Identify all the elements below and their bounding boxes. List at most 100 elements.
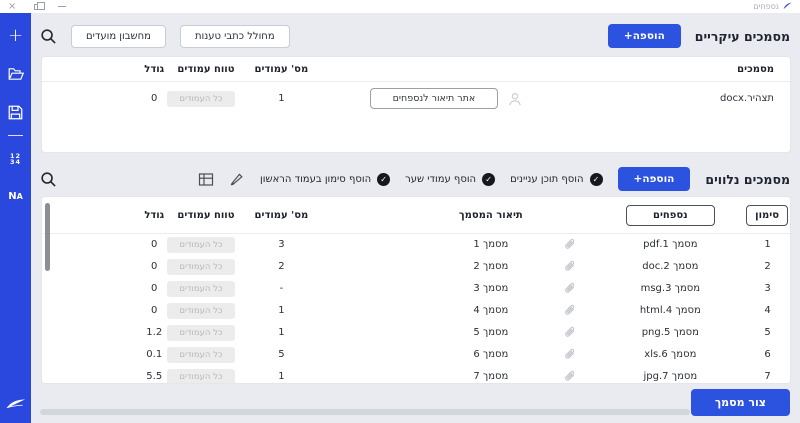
paperclip-icon[interactable] — [563, 304, 576, 317]
toolbar-buttons: מחולל כתבי טענות מחשבון מועדים — [40, 24, 290, 48]
locate-description-button[interactable]: אתר תיאור לנספחים — [369, 88, 498, 110]
cell-pages: 2 — [278, 261, 285, 272]
page-range-chip[interactable]: כל העמודים — [167, 258, 235, 275]
paperclip-icon[interactable] — [563, 238, 576, 251]
main-documents-table: מסמכים מס' עמודים טווח עמודים גודל תצהיר… — [42, 57, 790, 116]
cell-file-name: מסמך 3.msg — [640, 283, 701, 294]
page-range-chip[interactable]: כל העמודים — [167, 90, 235, 107]
main-documents-card: מסמכים מס' עמודים טווח עמודים גודל תצהיר… — [41, 56, 791, 153]
paperclip-icon[interactable] — [563, 348, 576, 361]
pleadings-generator-button[interactable]: מחולל כתבי טענות — [179, 24, 290, 48]
attached-documents-table: סימון נספחים תיאור המסמך מס' עמודים טווח… — [42, 197, 790, 384]
table-row: 3 מסמך 3.msg מסמך 3- כל העמודים 0 — [42, 278, 790, 300]
page-range-chip[interactable]: כל העמודים — [167, 302, 235, 319]
cell-attach — [543, 366, 595, 384]
minimize-icon[interactable] — [58, 6, 67, 7]
cell-description: אתר תיאור לנספחים — [326, 82, 565, 116]
checkbox-add-cover-pages[interactable]: הוסף עמודי שער — [405, 172, 496, 186]
table-row: 5 מסמך 5.png מסמך 5 1 כל העמודים 1.2 — [42, 322, 790, 344]
brush-icon — [230, 173, 243, 186]
col-header-empty — [326, 57, 565, 82]
page-range-chip[interactable]: כל העמודים — [167, 324, 235, 341]
vertical-scrollbar[interactable] — [45, 203, 50, 271]
table-grid-button[interactable] — [198, 172, 214, 187]
add-attached-document-button[interactable]: הוספה+ — [617, 167, 691, 191]
window-controls: × — [8, 1, 67, 12]
checkbox-checked-icon — [589, 172, 603, 186]
checkbox-label: הוסף עמודי שער — [405, 173, 477, 185]
page-range-chip[interactable]: כל העמודים — [167, 236, 235, 253]
footer: צור מסמך — [40, 384, 790, 423]
main-content: מסמכים עיקריים הוספה+ מחולל כתבי טענות מ… — [31, 13, 800, 423]
cell-number: 4 — [764, 305, 771, 316]
page-range-chip[interactable]: כל העמודים — [167, 368, 235, 383]
cell-pages: - — [279, 283, 284, 294]
create-document-button[interactable]: צור מסמך — [690, 389, 790, 416]
add-icon[interactable]: + — [6, 27, 26, 45]
sidebar: + 12 34 NA — [0, 13, 31, 423]
search-icon — [41, 171, 56, 187]
cell-attach — [543, 344, 595, 366]
search-attachments-button[interactable] — [40, 171, 57, 188]
cell-file-name: תצהיר.docx — [720, 93, 774, 105]
checkbox-add-toc[interactable]: הוסף תוכן עניינים — [510, 172, 603, 186]
style-brush-button[interactable] — [229, 171, 245, 187]
checkbox-add-first-page-mark[interactable]: הוסף סימון בעמוד הראשון — [260, 172, 391, 186]
horizontal-scrollbar[interactable] — [40, 409, 690, 415]
close-icon[interactable]: × — [8, 1, 16, 12]
restore-icon[interactable] — [34, 1, 46, 10]
table-row: 1 מסמך 1.pdf מסמך 1 3 כל העמודים 0 — [42, 233, 790, 256]
cell-description: מסמך 6 — [473, 349, 509, 360]
page-range-chip[interactable]: כל העמודים — [167, 280, 235, 297]
cell-pages: 3 — [278, 239, 285, 250]
na-a: A — [16, 192, 23, 201]
table-row: 4 מסמך 4.html מסמך 4 1 כל העמודים 0 — [42, 300, 790, 322]
attached-documents-title: מסמכים נלווים — [705, 171, 790, 187]
col-header-size: גודל — [144, 64, 165, 75]
col-header-mark[interactable]: סימון — [746, 204, 788, 226]
cell-file-name: מסמך 6.xls — [644, 349, 697, 360]
dates-calculator-button[interactable]: מחשבון מועדים — [71, 24, 166, 48]
table-row: תצהיר.docx אתר תיאור לנספחים 1 כל העמודי… — [42, 82, 790, 116]
cell-attach — [543, 233, 595, 256]
save-icon[interactable] — [6, 103, 26, 121]
col-header-size: גודל — [144, 209, 165, 221]
cell-attach — [543, 278, 595, 300]
cell-number: 6 — [764, 349, 771, 360]
cell-number: 3 — [764, 283, 771, 294]
add-main-document-button[interactable]: הוספה+ — [607, 24, 681, 48]
cell-pages: 1 — [278, 327, 285, 338]
paperclip-icon[interactable] — [563, 260, 576, 273]
paperclip-icon[interactable] — [563, 282, 576, 295]
page-range-chip[interactable]: כל העמודים — [167, 346, 235, 363]
cell-file-name: מסמך 4.html — [639, 305, 701, 316]
cell-attach — [543, 256, 595, 278]
cell-attach — [543, 300, 595, 322]
col-header-attachments[interactable]: נספחים — [625, 204, 715, 226]
col-header-pages: מס' עמודים — [254, 64, 309, 75]
checkbox-label: הוסף סימון בעמוד הראשון — [260, 173, 372, 185]
paperclip-icon[interactable] — [563, 370, 576, 383]
main-documents-header: מסמכים עיקריים הוספה+ — [607, 24, 790, 48]
person-icon[interactable] — [508, 92, 522, 106]
cell-description: מסמך 1 — [473, 239, 509, 250]
paperclip-icon[interactable] — [563, 326, 576, 339]
cell-description: מסמך 5 — [473, 327, 509, 338]
page-numbering-icon[interactable]: 12 34 — [6, 150, 26, 168]
search-button[interactable] — [40, 28, 57, 45]
table-row: 6 מסמך 6.xls מסמך 6 5 כל העמודים 0.1 — [42, 344, 790, 366]
open-folder-icon[interactable] — [6, 65, 26, 83]
numbering-na-icon[interactable]: NA — [6, 188, 26, 206]
quill-icon — [783, 2, 792, 9]
cell-file-name: מסמך 5.png — [641, 327, 699, 338]
cell-pages: 1 — [278, 93, 285, 105]
top-toolbar: מסמכים עיקריים הוספה+ מחולל כתבי טענות מ… — [40, 21, 790, 51]
checkbox-label: הוסף תוכן עניינים — [510, 173, 584, 185]
cell-pages: 1 — [278, 305, 285, 316]
cell-description: מסמך 4 — [473, 305, 509, 316]
search-icon — [41, 28, 56, 44]
cell-number: 7 — [764, 371, 771, 382]
cell-attach — [543, 322, 595, 344]
attached-documents-header: מסמכים נלווים הוספה+ הוסף תוכן עניינים ה… — [40, 165, 790, 193]
table-row: 2 מסמך 2.doc מסמך 2 2 כל העמודים 0 — [42, 256, 790, 278]
